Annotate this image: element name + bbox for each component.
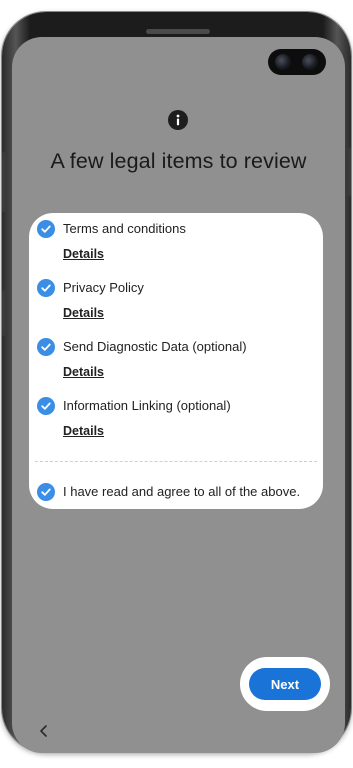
front-camera-cutout [268, 49, 326, 75]
legal-item-label: Terms and conditions [63, 221, 186, 236]
details-link[interactable]: Details [63, 247, 104, 261]
divider [35, 461, 317, 462]
camera-lens-icon [275, 54, 291, 70]
agree-all-label: I have read and agree to all of the abov… [63, 484, 301, 499]
next-button[interactable]: Next [249, 668, 321, 700]
phone-screen: A few legal items to review Terms and co… [12, 37, 345, 753]
chevron-left-icon[interactable] [37, 723, 51, 739]
legal-item-label: Information Linking (optional) [63, 398, 231, 413]
legal-item-label: Privacy Policy [63, 280, 144, 295]
power-button [347, 148, 351, 196]
details-link[interactable]: Details [63, 306, 104, 320]
checkbox-checked-icon[interactable] [37, 220, 55, 238]
bixby-button [2, 290, 6, 336]
details-link[interactable]: Details [63, 424, 104, 438]
earpiece-speaker [146, 29, 210, 34]
checkbox-checked-icon[interactable] [37, 397, 55, 415]
checkbox-checked-icon[interactable] [37, 483, 55, 501]
page-title: A few legal items to review [50, 149, 307, 173]
phone-frame: A few legal items to review Terms and co… [2, 12, 351, 753]
details-link[interactable]: Details [63, 365, 104, 379]
next-button-highlight: Next [240, 657, 330, 711]
info-icon [168, 110, 188, 130]
checkbox-checked-icon[interactable] [37, 279, 55, 297]
legal-item-label: Send Diagnostic Data (optional) [63, 339, 247, 354]
camera-lens-icon [302, 54, 318, 70]
legal-items-card: Terms and conditions Details Privacy Pol… [29, 213, 323, 509]
checkbox-checked-icon[interactable] [37, 338, 55, 356]
volume-button [2, 152, 6, 212]
